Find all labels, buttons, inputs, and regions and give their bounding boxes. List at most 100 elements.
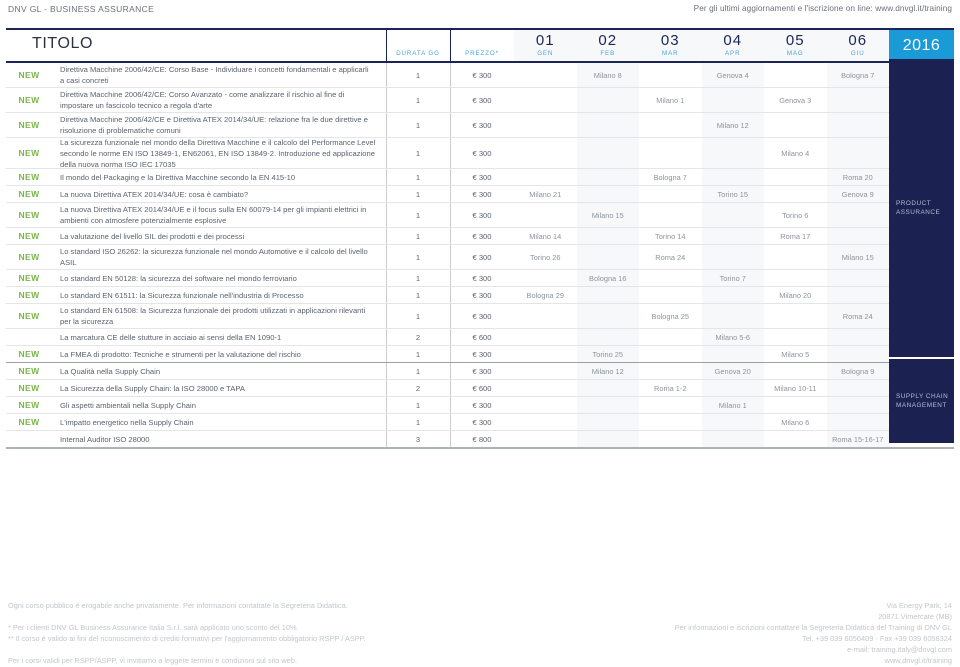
session-cell-mag[interactable]: Milano 6 — [764, 414, 827, 430]
session-cell-apr[interactable]: Milano 12 — [701, 113, 764, 137]
session-cell-gen[interactable]: Bologna 29 — [514, 287, 577, 303]
table-row[interactable]: NEW La valutazione del livello SIL dei pr… — [6, 228, 954, 245]
session-cell-mar[interactable]: Bologna 7 — [639, 169, 702, 185]
session-cell-gen[interactable]: Milano 14 — [514, 228, 577, 244]
new-badge: NEW — [18, 231, 40, 241]
session-cell-feb[interactable]: Bologna 16 — [576, 270, 639, 286]
session-cell-giu[interactable]: Roma 24 — [826, 304, 889, 328]
session-cell-gen — [514, 113, 577, 137]
table-row[interactable]: NEW Direttiva Macchine 2006/42/CE: Corso … — [6, 88, 954, 113]
session-cell-gen[interactable]: Milano 21 — [514, 186, 577, 202]
course-title: Direttiva Macchine 2006/42/CE: Corso Bas… — [52, 63, 386, 87]
session-cell-mag — [764, 245, 827, 269]
column-divider — [450, 63, 451, 87]
column-divider — [450, 186, 451, 202]
column-divider — [450, 304, 451, 328]
course-title: Direttiva Macchine 2006/42/CE: Corso Ava… — [52, 88, 386, 112]
session-cell-giu[interactable]: Bologna 7 — [826, 63, 889, 87]
column-header-month-mag: 05 MAG — [764, 30, 827, 61]
table-row[interactable]: NEW La nuova Direttiva ATEX 2014/34/UE: c… — [6, 186, 954, 203]
table-row[interactable]: NEW L'impatto energetico nella Supply Cha… — [6, 414, 954, 431]
table-row[interactable]: NEW La sicurezza funzionale nel mondo del… — [6, 138, 954, 169]
session-cell-mag[interactable]: Torino 6 — [764, 203, 827, 227]
session-cell-apr[interactable]: Milano 1 — [701, 397, 764, 413]
session-cell-feb — [576, 245, 639, 269]
table-row[interactable]: NEW La FMEA di prodotto: Tecniche e strum… — [6, 346, 954, 363]
session-cell-mar — [639, 397, 702, 413]
session-cell-mag[interactable]: Genova 3 — [764, 88, 827, 112]
session-cell-mag[interactable]: Milano 4 — [764, 138, 827, 168]
session-cell-giu[interactable]: Milano 15 — [826, 245, 889, 269]
table-row[interactable]: NEW Lo standard EN 50128: la sicurezza de… — [6, 270, 954, 287]
session-cell-feb — [576, 304, 639, 328]
table-row[interactable]: NEW Il mondo del Packaging e la Direttiva… — [6, 169, 954, 186]
session-cell-mar[interactable]: Milano 1 — [639, 88, 702, 112]
session-cell-mag[interactable]: Roma 17 — [764, 228, 827, 244]
session-cell-mar[interactable]: Torino 14 — [639, 228, 702, 244]
session-cell-mar[interactable]: Roma 1-2 — [639, 380, 702, 396]
session-cell-feb[interactable]: Milano 8 — [576, 63, 639, 87]
column-divider — [386, 380, 387, 396]
table-row[interactable]: La marcatura CE delle stutture in acciai… — [6, 329, 954, 346]
course-title-line: La sicurezza funzionale nel mondo della … — [60, 137, 376, 147]
session-cell-gen — [514, 397, 577, 413]
session-cell-apr[interactable]: Genova 20 — [701, 363, 764, 379]
course-title: La sicurezza funzionale nel mondo della … — [52, 137, 386, 169]
session-cell-giu[interactable]: Roma 20 — [826, 169, 889, 185]
table-row[interactable]: Internal Auditor ISO 28000 3 € 800 Roma 15-… — [6, 431, 954, 449]
table-row[interactable]: NEW Lo standard EN 61511: la Sicurezza fu… — [6, 287, 954, 304]
session-cell-feb — [576, 113, 639, 137]
session-cell-apr[interactable]: Milano 5-6 — [701, 329, 764, 345]
course-title-line: Lo standard EN 61508: la Sicurezza funzi… — [60, 306, 366, 315]
course-catalog-page: DNV GL - BUSINESS ASSURANCE Per gli ulti… — [0, 0, 960, 667]
session-cell-apr[interactable]: Genova 4 — [701, 63, 764, 87]
session-cell-giu[interactable]: Bologna 9 — [826, 363, 889, 379]
column-divider — [386, 228, 387, 244]
column-header-month-feb: 02 FEB — [576, 30, 639, 61]
session-cell-mag[interactable]: Milano 10-11 — [764, 380, 827, 396]
column-divider — [450, 228, 451, 244]
table-row[interactable]: NEW Direttiva Macchine 2006/42/CE: Corso … — [6, 63, 954, 88]
session-cell-apr — [701, 228, 764, 244]
new-badge: NEW — [18, 70, 40, 80]
session-cell-apr[interactable]: Torino 7 — [701, 270, 764, 286]
table-row[interactable]: NEW Lo standard EN 61508: la Sicurezza fu… — [6, 304, 954, 329]
session-cell-giu — [826, 287, 889, 303]
session-cell-feb — [576, 169, 639, 185]
table-row[interactable]: NEW Lo standard ISO 26262: la sicurezza f… — [6, 245, 954, 270]
footer-contact-line: e-mail: training.italy@dnvgl.com — [847, 645, 952, 654]
course-title-line: La valutazione del livello SIL dei prodo… — [60, 231, 245, 241]
course-title-line: Gli aspetti ambientali nella Supply Chai… — [60, 400, 196, 410]
course-duration: 1 — [415, 189, 421, 199]
table-row[interactable]: NEW La nuova Direttiva ATEX 2014/34/UE e … — [6, 203, 954, 228]
session-cell-mag[interactable]: Milano 5 — [764, 346, 827, 362]
session-cell-mag[interactable]: Milano 20 — [764, 287, 827, 303]
table-row[interactable]: NEW Direttiva Macchine 2006/42/CE e Diret… — [6, 113, 954, 138]
updates-link[interactable]: Per gli ultimi aggiornamenti e l'iscrizi… — [694, 4, 952, 13]
column-divider — [450, 380, 451, 396]
session-cell-giu[interactable]: Roma 15-16-17 — [826, 431, 889, 447]
session-cell-mar — [639, 113, 702, 137]
session-cell-feb[interactable]: Milano 12 — [576, 363, 639, 379]
session-cell-mar[interactable]: Roma 24 — [639, 245, 702, 269]
footer-note: * Per i clienti DNV GL Business Assuranc… — [8, 623, 299, 632]
month-name: MAG — [786, 50, 804, 57]
table-row[interactable]: NEW Gli aspetti ambientali nella Supply C… — [6, 397, 954, 414]
session-cell-feb — [576, 287, 639, 303]
session-cell-mar[interactable]: Bologna 25 — [639, 304, 702, 328]
column-divider — [386, 363, 387, 379]
session-cell-feb[interactable]: Milano 15 — [576, 203, 639, 227]
course-duration: 1 — [415, 172, 421, 182]
course-title-line: Lo standard ISO 26262: la sicurezza funz… — [60, 247, 368, 256]
course-price: € 300 — [472, 400, 492, 410]
new-badge — [6, 431, 52, 447]
table-row[interactable]: NEW La Qualità nella Supply Chain 1 € 300 Mi… — [6, 363, 954, 380]
session-cell-apr[interactable]: Torino 15 — [701, 186, 764, 202]
month-name: FEB — [600, 50, 616, 57]
session-cell-gen — [514, 270, 577, 286]
session-cell-giu[interactable]: Genova 9 — [826, 186, 889, 202]
session-cell-giu — [826, 414, 889, 430]
session-cell-gen[interactable]: Torino 26 — [514, 245, 577, 269]
session-cell-feb[interactable]: Torino 25 — [576, 346, 639, 362]
table-row[interactable]: NEW La Sicurezza della Supply Chain: la I… — [6, 380, 954, 397]
